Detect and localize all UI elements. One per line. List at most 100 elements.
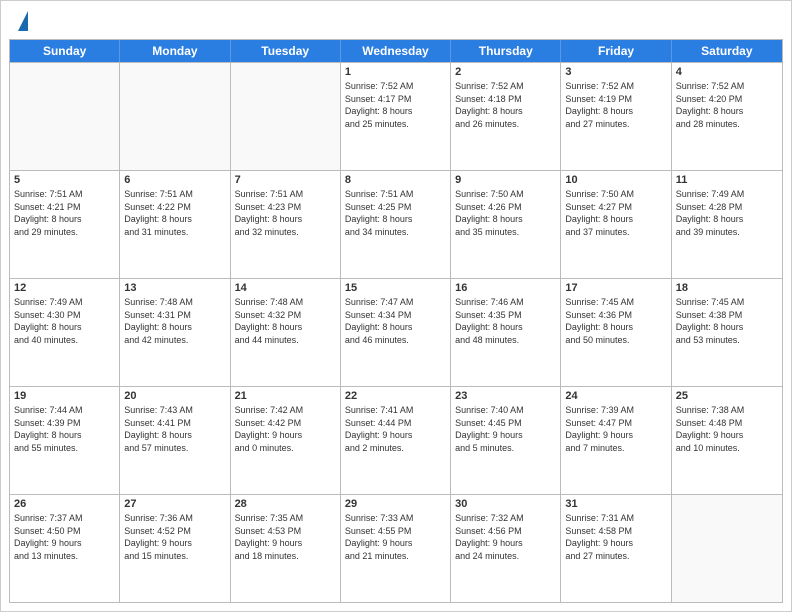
header: [1, 1, 791, 39]
day-info: Sunrise: 7:48 AM Sunset: 4:31 PM Dayligh…: [124, 296, 225, 346]
day-info: Sunrise: 7:33 AM Sunset: 4:55 PM Dayligh…: [345, 512, 446, 562]
day-info: Sunrise: 7:44 AM Sunset: 4:39 PM Dayligh…: [14, 404, 115, 454]
logo-text: [17, 11, 28, 33]
day-info: Sunrise: 7:37 AM Sunset: 4:50 PM Dayligh…: [14, 512, 115, 562]
day-info: Sunrise: 7:39 AM Sunset: 4:47 PM Dayligh…: [565, 404, 666, 454]
day-info: Sunrise: 7:52 AM Sunset: 4:19 PM Dayligh…: [565, 80, 666, 130]
cal-cell: 10Sunrise: 7:50 AM Sunset: 4:27 PM Dayli…: [561, 171, 671, 278]
cal-cell: [672, 495, 782, 602]
page: SundayMondayTuesdayWednesdayThursdayFrid…: [0, 0, 792, 612]
day-number: 21: [235, 390, 336, 402]
day-info: Sunrise: 7:45 AM Sunset: 4:38 PM Dayligh…: [676, 296, 778, 346]
cal-cell: [231, 63, 341, 170]
day-info: Sunrise: 7:47 AM Sunset: 4:34 PM Dayligh…: [345, 296, 446, 346]
day-info: Sunrise: 7:51 AM Sunset: 4:25 PM Dayligh…: [345, 188, 446, 238]
day-number: 30: [455, 498, 556, 510]
cal-cell: 24 Sunrise: 7:39 AM Sunset: 4:47 PM Dayli…: [561, 387, 671, 494]
cal-cell: 13 Sunrise: 7:48 AM Sunset: 4:31 PM Dayli…: [120, 279, 230, 386]
day-info: Sunrise: 7:49 AM Sunset: 4:28 PM Dayligh…: [676, 188, 778, 238]
cal-week-4: 26 Sunrise: 7:37 AM Sunset: 4:50 PM Dayli…: [10, 494, 782, 602]
cal-header-thursday: Thursday: [451, 40, 561, 62]
cal-cell: 8 Sunrise: 7:51 AM Sunset: 4:25 PM Daylig…: [341, 171, 451, 278]
day-info: Sunrise: 7:51 AM Sunset: 4:22 PM Dayligh…: [124, 188, 225, 238]
cal-cell: 4 Sunrise: 7:52 AM Sunset: 4:20 PM Daylig…: [672, 63, 782, 170]
calendar-header: SundayMondayTuesdayWednesdayThursdayFrid…: [10, 40, 782, 62]
calendar-body: 1 Sunrise: 7:52 AM Sunset: 4:17 PM Daylig…: [10, 62, 782, 602]
day-info: Sunrise: 7:43 AM Sunset: 4:41 PM Dayligh…: [124, 404, 225, 454]
day-number: 15: [345, 282, 446, 294]
day-number: 8: [345, 174, 446, 186]
cal-cell: [120, 63, 230, 170]
day-info: Sunrise: 7:48 AM Sunset: 4:32 PM Dayligh…: [235, 296, 336, 346]
cal-cell: 16 Sunrise: 7:46 AM Sunset: 4:35 PM Dayli…: [451, 279, 561, 386]
day-number: 4: [676, 66, 778, 78]
day-info: Sunrise: 7:51 AM Sunset: 4:23 PM Dayligh…: [235, 188, 336, 238]
day-number: 16: [455, 282, 556, 294]
day-number: 9: [455, 174, 556, 186]
day-number: 25: [676, 390, 778, 402]
day-info: Sunrise: 7:38 AM Sunset: 4:48 PM Dayligh…: [676, 404, 778, 454]
day-number: 29: [345, 498, 446, 510]
day-info: Sunrise: 7:52 AM Sunset: 4:17 PM Dayligh…: [345, 80, 446, 130]
cal-header-friday: Friday: [561, 40, 671, 62]
cal-cell: 21Sunrise: 7:42 AM Sunset: 4:42 PM Dayli…: [231, 387, 341, 494]
day-info: Sunrise: 7:46 AM Sunset: 4:35 PM Dayligh…: [455, 296, 556, 346]
day-info: Sunrise: 7:40 AM Sunset: 4:45 PM Dayligh…: [455, 404, 556, 454]
cal-cell: 23 Sunrise: 7:40 AM Sunset: 4:45 PM Dayli…: [451, 387, 561, 494]
day-number: 23: [455, 390, 556, 402]
day-info: Sunrise: 7:50 AM Sunset: 4:27 PM Dayligh…: [565, 188, 666, 238]
cal-cell: 25 Sunrise: 7:38 AM Sunset: 4:48 PM Dayli…: [672, 387, 782, 494]
day-info: Sunrise: 7:52 AM Sunset: 4:18 PM Dayligh…: [455, 80, 556, 130]
day-number: 24: [565, 390, 666, 402]
day-number: 3: [565, 66, 666, 78]
cal-header-wednesday: Wednesday: [341, 40, 451, 62]
day-number: 7: [235, 174, 336, 186]
day-info: Sunrise: 7:45 AM Sunset: 4:36 PM Dayligh…: [565, 296, 666, 346]
cal-cell: 31 Sunrise: 7:31 AM Sunset: 4:58 PM Dayli…: [561, 495, 671, 602]
cal-cell: 20Sunrise: 7:43 AM Sunset: 4:41 PM Dayli…: [120, 387, 230, 494]
cal-cell: 12 Sunrise: 7:49 AM Sunset: 4:30 PM Dayli…: [10, 279, 120, 386]
cal-cell: 19Sunrise: 7:44 AM Sunset: 4:39 PM Dayli…: [10, 387, 120, 494]
day-number: 12: [14, 282, 115, 294]
day-info: Sunrise: 7:31 AM Sunset: 4:58 PM Dayligh…: [565, 512, 666, 562]
cal-cell: 5 Sunrise: 7:51 AM Sunset: 4:21 PM Daylig…: [10, 171, 120, 278]
day-number: 14: [235, 282, 336, 294]
cal-cell: 11Sunrise: 7:49 AM Sunset: 4:28 PM Dayli…: [672, 171, 782, 278]
cal-cell: 27 Sunrise: 7:36 AM Sunset: 4:52 PM Dayli…: [120, 495, 230, 602]
day-number: 18: [676, 282, 778, 294]
day-info: Sunrise: 7:49 AM Sunset: 4:30 PM Dayligh…: [14, 296, 115, 346]
day-info: Sunrise: 7:50 AM Sunset: 4:26 PM Dayligh…: [455, 188, 556, 238]
cal-header-saturday: Saturday: [672, 40, 782, 62]
cal-cell: 30 Sunrise: 7:32 AM Sunset: 4:56 PM Dayli…: [451, 495, 561, 602]
day-info: Sunrise: 7:52 AM Sunset: 4:20 PM Dayligh…: [676, 80, 778, 130]
cal-cell: 7 Sunrise: 7:51 AM Sunset: 4:23 PM Daylig…: [231, 171, 341, 278]
day-info: Sunrise: 7:51 AM Sunset: 4:21 PM Dayligh…: [14, 188, 115, 238]
day-number: 27: [124, 498, 225, 510]
day-number: 26: [14, 498, 115, 510]
cal-cell: 6Sunrise: 7:51 AM Sunset: 4:22 PM Daylig…: [120, 171, 230, 278]
cal-cell: 28 Sunrise: 7:35 AM Sunset: 4:53 PM Dayli…: [231, 495, 341, 602]
cal-header-tuesday: Tuesday: [231, 40, 341, 62]
day-info: Sunrise: 7:36 AM Sunset: 4:52 PM Dayligh…: [124, 512, 225, 562]
day-number: 13: [124, 282, 225, 294]
cal-cell: 18 Sunrise: 7:45 AM Sunset: 4:38 PM Dayli…: [672, 279, 782, 386]
day-number: 1: [345, 66, 446, 78]
cal-cell: 29 Sunrise: 7:33 AM Sunset: 4:55 PM Dayli…: [341, 495, 451, 602]
cal-cell: 15 Sunrise: 7:47 AM Sunset: 4:34 PM Dayli…: [341, 279, 451, 386]
day-number: 31: [565, 498, 666, 510]
logo: [17, 11, 28, 33]
cal-header-sunday: Sunday: [10, 40, 120, 62]
cal-cell: 3 Sunrise: 7:52 AM Sunset: 4:19 PM Daylig…: [561, 63, 671, 170]
logo-triangle-icon: [18, 11, 28, 31]
cal-cell: 1 Sunrise: 7:52 AM Sunset: 4:17 PM Daylig…: [341, 63, 451, 170]
day-info: Sunrise: 7:32 AM Sunset: 4:56 PM Dayligh…: [455, 512, 556, 562]
cal-week-2: 12 Sunrise: 7:49 AM Sunset: 4:30 PM Dayli…: [10, 278, 782, 386]
cal-header-monday: Monday: [120, 40, 230, 62]
day-number: 22: [345, 390, 446, 402]
day-number: 28: [235, 498, 336, 510]
day-info: Sunrise: 7:35 AM Sunset: 4:53 PM Dayligh…: [235, 512, 336, 562]
cal-cell: 2Sunrise: 7:52 AM Sunset: 4:18 PM Daylig…: [451, 63, 561, 170]
cal-cell: 17Sunrise: 7:45 AM Sunset: 4:36 PM Dayli…: [561, 279, 671, 386]
cal-cell: 14 Sunrise: 7:48 AM Sunset: 4:32 PM Dayli…: [231, 279, 341, 386]
day-number: 5: [14, 174, 115, 186]
